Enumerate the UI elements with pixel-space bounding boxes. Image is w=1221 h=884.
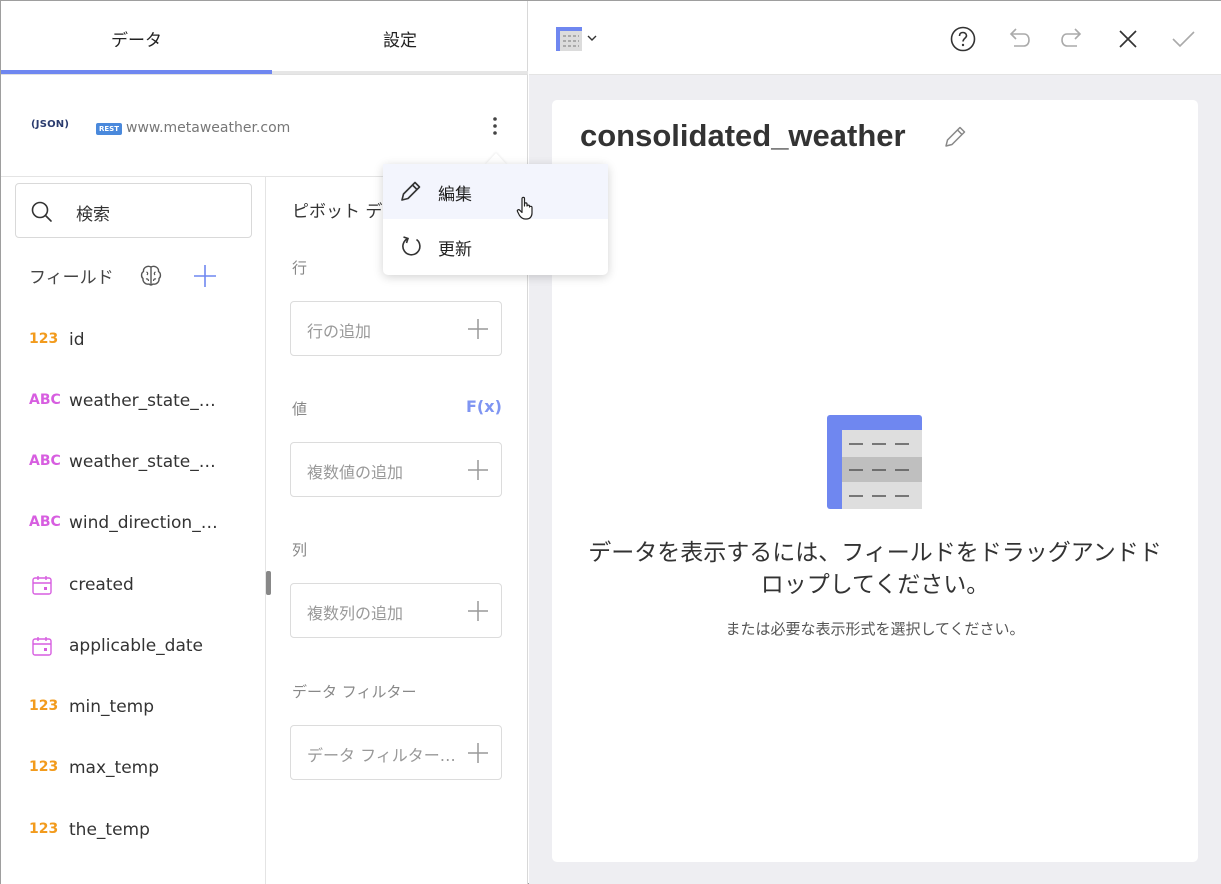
more-options-icon[interactable] <box>485 114 505 138</box>
empty-table-illustration <box>827 415 922 509</box>
field-item-wind-direction-compass[interactable]: ABC wind_direction_compass <box>1 504 265 544</box>
field-item-max-temp[interactable]: 123 max_temp <box>1 749 265 789</box>
text-type-icon: ABC <box>29 514 61 530</box>
visualization-card: consolidated_weather データを表示するには、フィールドをドラ… <box>552 100 1198 862</box>
redo-icon[interactable] <box>1059 25 1087 53</box>
menu-item-label: 更新 <box>438 240 472 260</box>
text-type-icon: ABC <box>29 453 61 469</box>
values-drop-zone[interactable]: 複数値の追加 <box>290 442 502 497</box>
field-name: id <box>69 330 85 350</box>
field-item-the-temp[interactable]: 123 the_temp <box>1 811 265 851</box>
plus-icon <box>468 319 488 339</box>
search-input[interactable]: 検索 <box>15 183 252 238</box>
field-item-min-temp[interactable]: 123 min_temp <box>1 688 265 728</box>
data-editor-panel: データ 設定 (JSON) REST www.metaweather.com 検… <box>1 1 528 884</box>
menu-item-label: 編集 <box>438 185 472 205</box>
field-name: wind_direction_compass <box>69 513 224 533</box>
field-name: created <box>69 575 134 595</box>
json-logo-text: JSON <box>35 119 65 130</box>
fx-button[interactable]: F(x) <box>466 397 502 416</box>
plus-icon <box>468 460 488 480</box>
panel-tabs: データ 設定 <box>1 1 528 75</box>
number-type-icon: 123 <box>29 331 59 347</box>
plus-icon <box>468 601 488 621</box>
search-icon <box>31 201 52 222</box>
field-item-id[interactable]: 123 id <box>1 321 265 361</box>
active-tab-indicator <box>1 70 272 74</box>
refresh-icon <box>402 236 421 256</box>
visualization-title: consolidated_weather <box>580 118 906 153</box>
rest-badge: REST <box>96 123 122 135</box>
filter-placeholder: データ フィルターの追加 <box>307 746 457 765</box>
source-options-menu: 編集 更新 <box>383 164 608 275</box>
close-icon[interactable] <box>1114 25 1142 53</box>
check-icon[interactable] <box>1169 25 1197 53</box>
brain-icon[interactable] <box>138 263 164 289</box>
visualization-area: consolidated_weather データを表示するには、フィールドをドラ… <box>529 1 1221 884</box>
pencil-icon[interactable] <box>942 124 968 150</box>
table-viz-icon[interactable] <box>555 26 601 52</box>
undo-icon[interactable] <box>1004 25 1032 53</box>
field-name: weather_state_name <box>69 391 224 411</box>
json-logo: (JSON) <box>31 119 70 130</box>
app-window: データ 設定 (JSON) REST www.metaweather.com 検… <box>0 0 1221 884</box>
data-source-row: (JSON) REST www.metaweather.com <box>1 76 528 177</box>
columns-drop-zone[interactable]: 複数列の追加 <box>290 583 502 638</box>
source-url: www.metaweather.com <box>126 120 291 136</box>
menu-item-edit[interactable]: 編集 <box>383 164 608 219</box>
field-item-weather-state-abbr[interactable]: ABC weather_state_abbr <box>1 443 265 483</box>
values-placeholder: 複数値の追加 <box>307 463 404 482</box>
filter-drop-zone[interactable]: データ フィルターの追加 <box>290 725 502 780</box>
number-type-icon: 123 <box>29 821 59 837</box>
tab-divider <box>272 71 528 74</box>
tab-settings[interactable]: 設定 <box>272 1 528 75</box>
rows-label: 行 <box>292 259 308 277</box>
field-item-created[interactable]: created <box>1 566 265 606</box>
rows-placeholder: 行の追加 <box>307 322 372 341</box>
menu-item-refresh[interactable]: 更新 <box>383 219 608 274</box>
field-name: weather_state_abbr <box>69 452 224 472</box>
help-icon[interactable] <box>949 25 977 53</box>
number-type-icon: 123 <box>29 698 59 714</box>
top-toolbar <box>529 1 1221 75</box>
field-item-applicable-date[interactable]: applicable_date <box>1 627 265 667</box>
calendar-icon <box>32 576 52 595</box>
values-label: 値 <box>292 400 308 418</box>
columns-label: 列 <box>292 541 308 559</box>
number-type-icon: 123 <box>29 759 59 775</box>
field-name: applicable_date <box>69 636 204 656</box>
rows-drop-zone[interactable]: 行の追加 <box>290 301 502 356</box>
tab-data[interactable]: データ <box>1 1 272 75</box>
plus-icon <box>468 743 488 763</box>
field-name: min_temp <box>69 697 155 717</box>
filter-label: データ フィルター <box>292 683 417 701</box>
search-label: 検索 <box>76 205 110 225</box>
empty-state-subtext: または必要な表示形式を選択してください。 <box>725 620 1025 638</box>
text-type-icon: ABC <box>29 392 61 408</box>
field-name: the_temp <box>69 820 150 840</box>
add-field-icon[interactable] <box>192 263 218 289</box>
fields-column: 検索 フィールド 123 id ABC weather_state_name A… <box>1 177 266 884</box>
empty-state-message: データを表示するには、フィールドをドラッグアンドドロップしてください。 <box>588 540 1162 598</box>
pencil-icon <box>401 181 421 201</box>
columns-placeholder: 複数列の追加 <box>307 604 404 623</box>
field-item-weather-state-name[interactable]: ABC weather_state_name <box>1 382 265 422</box>
hand-cursor-icon <box>516 196 533 220</box>
calendar-icon <box>32 637 52 656</box>
field-name: max_temp <box>69 758 160 778</box>
fields-header: フィールド <box>29 268 114 288</box>
pivot-column: ピボット データ 行 行の追加 値 F(x) 複数値の追加 列 複数 <box>266 177 528 884</box>
